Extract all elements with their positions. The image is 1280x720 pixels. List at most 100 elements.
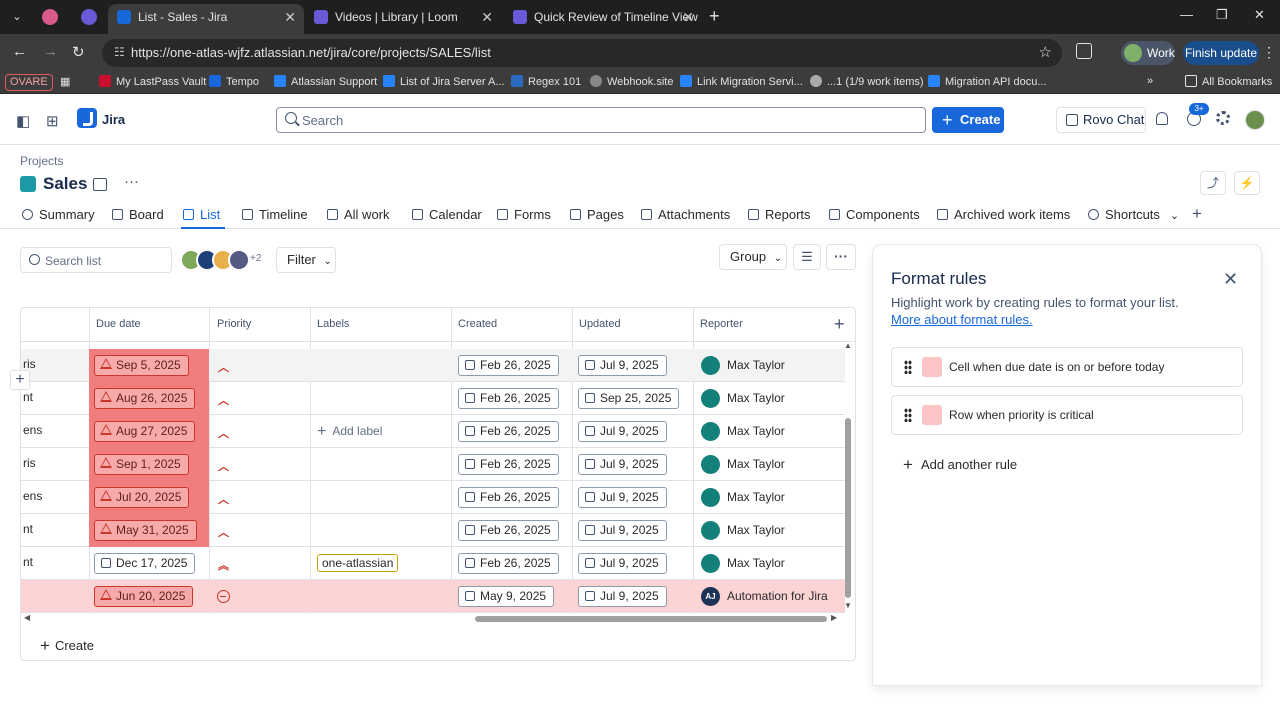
format-rule-item[interactable]: Row when priority is critical (891, 395, 1243, 435)
vertical-scrollbar[interactable]: ▲ ▼ (844, 341, 852, 611)
inline-create-button[interactable]: + Create (40, 636, 94, 656)
global-create-button[interactable]: + Create (932, 107, 1004, 133)
due-date-lozenge[interactable]: May 31, 2025 (94, 520, 197, 541)
close-window-icon[interactable]: ✕ (1254, 7, 1265, 23)
group-button[interactable]: Group ⌄ (719, 244, 787, 270)
new-tab-plus-icon[interactable]: + (709, 6, 720, 27)
site-info-icon[interactable]: ☷ (114, 45, 125, 59)
rule-color-swatch[interactable] (922, 405, 942, 425)
reporter-name[interactable]: Max Taylor (727, 556, 785, 570)
table-row[interactable]: nt May 31, 2025 ︿ Feb 26, 2025 Jul 9, 20… (21, 514, 845, 547)
tab-search-chevron-icon[interactable]: ⌄ (6, 7, 28, 27)
view-settings-icon[interactable]: ☰ (793, 244, 821, 270)
tab-pages[interactable]: Pages (570, 207, 624, 222)
format-rules-help-link[interactable]: More about format rules. (891, 312, 1033, 327)
priority-minor-icon[interactable]: ︿ (218, 425, 230, 440)
priority-major-icon[interactable]: ︽ (218, 557, 230, 572)
priority-minor-icon[interactable]: ︿ (218, 524, 230, 539)
column-header-updated[interactable]: Updated (579, 318, 621, 330)
tab-list[interactable]: List (183, 207, 220, 222)
bookmark-atlassian-support[interactable]: Atlassian Support (274, 75, 377, 88)
app-name[interactable]: Jira (102, 112, 125, 127)
tab-board[interactable]: Board (112, 207, 164, 222)
tab-shortcuts[interactable]: Shortcuts ⌄ (1088, 207, 1179, 222)
summary-cell[interactable]: ris (23, 357, 36, 371)
tab-archived[interactable]: Archived work items (937, 207, 1070, 222)
scroll-up-arrow-icon[interactable]: ▲ (844, 341, 852, 350)
project-more-icon[interactable]: ··· (124, 173, 139, 190)
summary-cell[interactable]: nt (23, 390, 33, 404)
due-date-lozenge[interactable]: Dec 17, 2025 (94, 553, 196, 574)
scroll-left-arrow-icon[interactable]: ◀ (24, 613, 30, 622)
priority-minor-icon[interactable]: ︿ (218, 491, 230, 506)
bookmark-webhook[interactable]: Webhook.site (590, 75, 673, 88)
close-tab-icon[interactable]: ✕ (682, 4, 694, 30)
user-avatar[interactable] (1245, 110, 1265, 130)
reporter-name[interactable]: Max Taylor (727, 490, 785, 504)
column-header-created[interactable]: Created (458, 318, 497, 330)
global-search-input[interactable]: Search (276, 107, 926, 133)
back-arrow-icon[interactable]: ← (12, 43, 27, 60)
table-row[interactable]: ens Jul 20, 2025 ︿ Feb 26, 2025 Jul 9, 2… (21, 481, 845, 514)
avatar[interactable] (228, 249, 250, 271)
profile-button[interactable]: Work (1121, 41, 1175, 65)
summary-cell[interactable]: nt (23, 555, 33, 569)
bookmark-link-migration[interactable]: Link Migration Servi... (680, 75, 803, 88)
pinned-tab-icon[interactable] (42, 9, 58, 25)
more-bookmarks-icon[interactable]: » (1147, 75, 1153, 87)
rule-color-swatch[interactable] (922, 357, 942, 377)
reporter-name[interactable]: Max Taylor (727, 457, 785, 471)
reload-icon[interactable]: ↻ (72, 43, 85, 61)
bookmark-tempo[interactable]: Tempo (209, 75, 259, 88)
format-rule-item[interactable]: Cell when due date is on or before today (891, 347, 1243, 387)
tab-summary[interactable]: Summary (22, 207, 95, 222)
bookmark-regex101[interactable]: Regex 101 (511, 75, 581, 88)
scrollbar-thumb[interactable] (845, 418, 851, 598)
drag-handle-icon[interactable] (904, 408, 912, 422)
due-date-lozenge[interactable]: Jul 20, 2025 (94, 487, 190, 508)
column-header-labels[interactable]: Labels (317, 318, 349, 330)
reporter-name[interactable]: Max Taylor (727, 523, 785, 537)
tab-calendar[interactable]: Calendar (412, 207, 482, 222)
column-header-reporter[interactable]: Reporter (700, 318, 743, 330)
add-tab-plus-icon[interactable]: + (1192, 204, 1202, 224)
close-tab-icon[interactable]: ✕ (284, 4, 296, 30)
apps-grid-icon[interactable]: ▦ (60, 75, 70, 88)
drag-handle-icon[interactable] (904, 360, 912, 374)
automation-bolt-icon[interactable]: ⚡ (1234, 171, 1260, 195)
bookmark-ovare[interactable]: OVARE (5, 74, 53, 91)
reporter-name[interactable]: Max Taylor (727, 424, 785, 438)
app-switcher-icon[interactable]: ⊞ (46, 112, 59, 130)
add-column-plus-icon[interactable]: + (834, 314, 845, 335)
table-row[interactable]: ens Aug 27, 2025 ︿ + Add label Feb 26, 20… (21, 415, 845, 448)
forward-arrow-icon[interactable]: → (43, 43, 58, 60)
reporter-name[interactable]: Automation for Jira (727, 589, 828, 603)
insert-row-plus-icon[interactable]: + (10, 370, 30, 390)
table-row[interactable]: nt Dec 17, 2025 ︽ one-atlassian Feb 26, … (21, 547, 845, 580)
more-avatars-count[interactable]: +2 (250, 253, 261, 264)
tab-all-work[interactable]: All work (327, 207, 390, 222)
settings-gear-icon[interactable] (1216, 111, 1230, 125)
summary-cell[interactable]: ens (23, 489, 42, 503)
reporter-name[interactable]: Max Taylor (727, 358, 785, 372)
due-date-lozenge[interactable]: Jun 20, 2025 (94, 586, 194, 607)
tab-attachments[interactable]: Attachments (641, 207, 730, 222)
browser-tab-timeline[interactable]: Quick Review of Timeline View ✕ (504, 4, 702, 34)
reporter-name[interactable]: Max Taylor (727, 391, 785, 405)
all-bookmarks[interactable]: All Bookmarks (1185, 75, 1272, 88)
add-rule-button[interactable]: + Add another rule (903, 455, 1017, 475)
scroll-down-arrow-icon[interactable]: ▼ (844, 601, 852, 610)
tab-timeline[interactable]: Timeline (242, 207, 308, 222)
summary-cell[interactable]: nt (23, 522, 33, 536)
search-list-input[interactable]: Search list (20, 247, 172, 273)
chrome-menu-icon[interactable]: ⋮ (1262, 44, 1276, 61)
pinned-tab-icon[interactable] (81, 9, 97, 25)
scroll-right-arrow-icon[interactable]: ▶ (831, 613, 837, 622)
sidebar-toggle-icon[interactable]: ◧ (16, 112, 30, 130)
maximize-icon[interactable]: ❐ (1216, 7, 1228, 23)
browser-tab-jira[interactable]: List - Sales - Jira ✕ (108, 4, 304, 34)
more-actions-icon[interactable]: ··· (826, 244, 856, 270)
browser-tab-loom[interactable]: Videos | Library | Loom ✕ (305, 4, 501, 34)
minimize-icon[interactable]: — (1180, 7, 1193, 22)
tab-reports[interactable]: Reports (748, 207, 811, 222)
